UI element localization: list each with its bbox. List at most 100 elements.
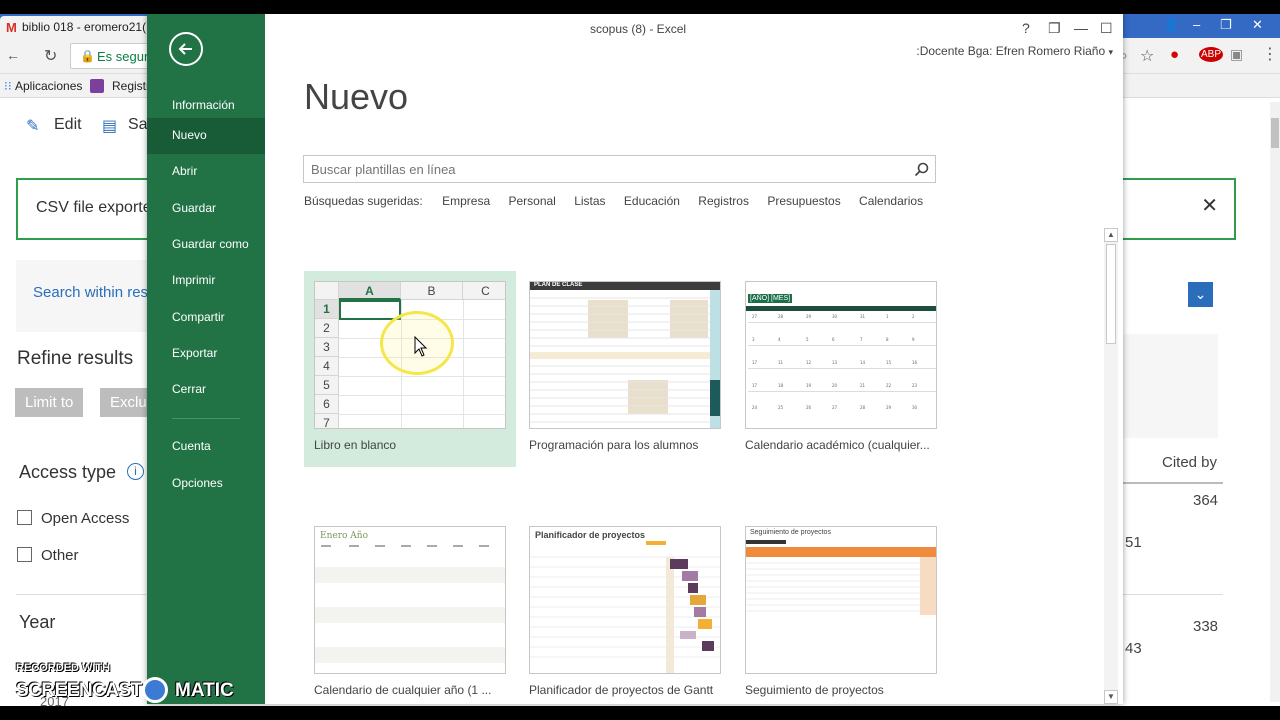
chevron-down-icon[interactable]: ⌄: [1188, 282, 1213, 307]
user-account[interactable]: :Docente Bga: Efren Romero Riaño ▾: [916, 44, 1113, 58]
row-header: 2: [315, 319, 339, 338]
divider: [16, 594, 146, 595]
browser-tab[interactable]: M biblio 018 - eromero21(: [0, 16, 160, 38]
svg-text:12: 12: [806, 360, 812, 365]
thumb-title: Planificador de proyectos: [535, 530, 646, 540]
bookmark-apps[interactable]: Aplicaciones: [15, 79, 82, 93]
template-academic-calendar[interactable]: 27 28 29 30 31 1 2 3456789 17 11 12 13 14 15 16 17 18…: [735, 271, 947, 467]
svg-text:15: 15: [886, 360, 892, 365]
svg-text:29: 29: [886, 405, 892, 410]
scroll-down-icon[interactable]: ▼: [1104, 690, 1118, 704]
opera-icon[interactable]: ●: [1170, 46, 1179, 63]
star-icon[interactable]: ☆: [1140, 46, 1154, 66]
cited-value[interactable]: 43: [1125, 640, 1142, 657]
row-header: 1: [315, 300, 339, 319]
suggest-registros[interactable]: Registros: [698, 194, 749, 208]
svg-text:1: 1: [886, 314, 889, 319]
grid-line: [339, 395, 505, 396]
mouse-pointer-icon: [414, 336, 428, 357]
cited-value[interactable]: 338: [1193, 618, 1218, 635]
nav-nuevo[interactable]: Nuevo: [147, 118, 265, 154]
nav-guardar[interactable]: Guardar: [147, 191, 265, 227]
help-icon[interactable]: ?: [1022, 20, 1030, 36]
access-type-title: Access type: [19, 462, 117, 482]
svg-text:28: 28: [778, 314, 784, 319]
profile-icon[interactable]: 👤: [1163, 17, 1179, 33]
suggest-listas[interactable]: Listas: [574, 194, 605, 208]
reload-icon[interactable]: ↻: [44, 46, 57, 66]
nav-compartir[interactable]: Compartir: [147, 300, 265, 336]
save-button[interactable]: Sa: [128, 116, 148, 134]
restore-ribbon-icon[interactable]: ❐: [1048, 20, 1061, 37]
back-arrow-icon[interactable]: ←: [6, 47, 20, 63]
chevron-down-icon: ▾: [1108, 47, 1113, 57]
nav-exportar[interactable]: Exportar: [147, 336, 265, 372]
banner-close-icon[interactable]: ✕: [1201, 193, 1218, 218]
extension-icon[interactable]: ▣: [1230, 46, 1243, 63]
maximize-icon[interactable]: ❐: [1220, 17, 1232, 33]
template-gantt-planner[interactable]: Planificador de proyectos Planificador d…: [519, 516, 731, 704]
nav-imprimir[interactable]: Imprimir: [147, 263, 265, 299]
scroll-up-icon[interactable]: ▲: [1104, 228, 1118, 242]
suggest-calendarios[interactable]: Calendarios: [859, 194, 923, 208]
svg-text:20: 20: [832, 383, 838, 388]
template-class-schedule[interactable]: PLAN DE CLASE Programación para los alum…: [519, 271, 731, 467]
suggest-presupuestos[interactable]: Presupuestos: [767, 194, 840, 208]
maximize-icon[interactable]: ☐: [1100, 20, 1113, 37]
svg-text:29: 29: [806, 314, 812, 319]
screencast-watermark: RECORDED WITH SCREENCAST MATIC: [14, 662, 254, 706]
other-checkbox[interactable]: [17, 547, 32, 562]
edit-button[interactable]: Edit: [54, 116, 82, 134]
excel-titlebar: scopus (8) - Excel ? ❐ — ☐ ✕: [265, 14, 1123, 44]
nav-guardar-como[interactable]: Guardar como: [147, 227, 265, 263]
cited-by-header: Cited by: [1162, 454, 1218, 471]
nav-cuenta[interactable]: Cuenta: [147, 429, 265, 465]
save-icon[interactable]: ▤: [102, 116, 117, 136]
svg-text:3: 3: [752, 337, 755, 342]
nav-separator: [172, 418, 240, 419]
menu-icon[interactable]: ⋮: [1262, 44, 1278, 64]
nav-opciones[interactable]: Opciones: [147, 466, 265, 502]
back-button[interactable]: [169, 32, 203, 66]
search-icon[interactable]: [914, 162, 929, 177]
nav-abrir[interactable]: Abrir: [147, 154, 265, 190]
svg-text:9: 9: [912, 337, 915, 342]
user-name: :Docente Bga: Efren Romero Riaño: [916, 44, 1106, 58]
bookmark-registr[interactable]: Registr: [112, 79, 150, 93]
row-header: 5: [315, 376, 339, 395]
nav-cerrar[interactable]: Cerrar: [147, 372, 265, 408]
thumb-title: Enero Año: [320, 531, 368, 541]
limit-to-button[interactable]: Limit to: [15, 388, 84, 417]
templates-scrollbar[interactable]: ▲ ▼: [1104, 228, 1118, 704]
suggest-personal[interactable]: Personal: [508, 194, 555, 208]
gray-block: [1123, 334, 1218, 438]
page-scrollbar[interactable]: [1270, 102, 1280, 702]
row-header: 4: [315, 357, 339, 376]
page-scrollbar-thumb[interactable]: [1271, 118, 1279, 148]
col-header: B: [401, 282, 463, 300]
open-access-checkbox[interactable]: [17, 510, 32, 525]
apps-icon[interactable]: ⁝⁝: [4, 79, 12, 93]
class-schedule-preview: [530, 282, 720, 428]
browser-tab-title: biblio 018 - eromero21(: [22, 20, 147, 34]
cited-value[interactable]: 51: [1125, 534, 1142, 551]
suggest-empresa[interactable]: Empresa: [442, 194, 490, 208]
scrollbar-thumb[interactable]: [1106, 244, 1116, 344]
template-project-tracking[interactable]: Seguimiento de proyectos Seguimiento de …: [735, 516, 947, 704]
minimize-icon[interactable]: —: [1074, 20, 1088, 36]
cited-value[interactable]: 364: [1193, 492, 1218, 509]
template-any-year-calendar[interactable]: Enero Año Calendario de cualquier año (1…: [304, 516, 516, 704]
edit-icon[interactable]: ✎: [26, 116, 39, 136]
svg-text:5: 5: [806, 337, 809, 342]
template-caption: Calendario académico (cualquier...: [745, 438, 930, 452]
suggest-educacion[interactable]: Educación: [624, 194, 680, 208]
search-within-input[interactable]: Search within res: [33, 284, 148, 301]
year-title: Year: [19, 612, 56, 632]
window-title: scopus (8) - Excel: [590, 22, 687, 36]
info-icon[interactable]: i: [127, 463, 144, 480]
template-search-input[interactable]: [304, 156, 904, 182]
adblock-icon[interactable]: ABP: [1199, 47, 1224, 62]
gmail-icon: M: [6, 20, 17, 35]
minimize-icon[interactable]: –: [1193, 17, 1200, 32]
close-icon[interactable]: ✕: [1252, 17, 1263, 33]
